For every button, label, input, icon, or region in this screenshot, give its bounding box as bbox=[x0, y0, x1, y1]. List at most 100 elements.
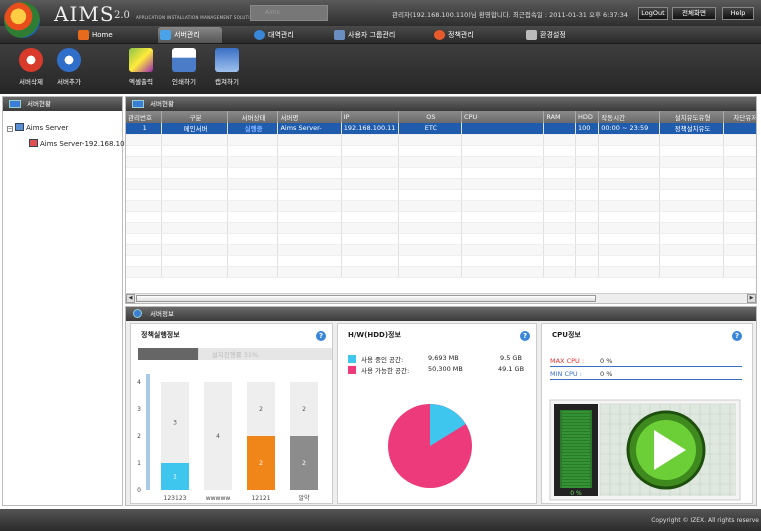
table-cell bbox=[659, 266, 724, 278]
policy-icon bbox=[434, 30, 445, 40]
table-row-empty[interactable] bbox=[126, 222, 756, 234]
scroll-left-icon[interactable]: ◀ bbox=[126, 294, 135, 303]
tab-settings[interactable]: 환경설정 bbox=[524, 27, 588, 43]
table-cell: 192.168.100.11 bbox=[341, 123, 399, 135]
bar-remaining-label: 2 bbox=[302, 406, 306, 413]
column-header[interactable]: 설치유도유형 bbox=[659, 111, 724, 123]
table-cell bbox=[461, 266, 545, 278]
collapse-icon[interactable]: − bbox=[7, 126, 13, 132]
column-header[interactable]: IP bbox=[341, 111, 399, 123]
table-cell bbox=[398, 167, 463, 179]
table-row-empty[interactable] bbox=[126, 167, 756, 179]
table-cell bbox=[575, 200, 600, 212]
table-row[interactable]: 1 메인서버 실행중 Aims Server- 192.168.100.11 E… bbox=[126, 123, 756, 135]
print-label: 인쇄하기 bbox=[172, 78, 196, 86]
table-cell bbox=[723, 244, 756, 256]
tab-home[interactable]: Home bbox=[76, 27, 136, 43]
table-row-empty[interactable] bbox=[126, 200, 756, 212]
cpu-meter: 0 % bbox=[549, 399, 741, 501]
table-cell bbox=[227, 167, 279, 179]
table-cell bbox=[598, 145, 661, 157]
server-node-icon bbox=[29, 139, 38, 147]
table-cell bbox=[341, 189, 399, 201]
x-axis-label: 12121 bbox=[251, 495, 270, 502]
scroll-right-icon[interactable]: ▶ bbox=[747, 294, 756, 303]
table-cell bbox=[126, 156, 163, 168]
table-row-empty[interactable] bbox=[126, 266, 756, 278]
table-row-empty[interactable] bbox=[126, 145, 756, 157]
table-cell bbox=[575, 145, 600, 157]
tab-user-group-management[interactable]: 사용자 그룹관리 bbox=[332, 27, 412, 43]
table-cell bbox=[277, 189, 342, 201]
tree-child-item[interactable]: Aims Server-192.168.100. bbox=[29, 139, 131, 148]
table-cell bbox=[461, 200, 545, 212]
capture-button[interactable]: 캡쳐하기 bbox=[210, 48, 244, 92]
tree-child-label: Aims Server-192.168.100. bbox=[40, 140, 132, 148]
table-cell: 1 bbox=[723, 123, 756, 135]
table-cell bbox=[598, 211, 661, 223]
copyright: Copyright © IZEX. All rights reserve bbox=[651, 517, 759, 524]
table-cell bbox=[398, 211, 463, 223]
column-header[interactable]: CPU bbox=[461, 111, 545, 123]
table-cell bbox=[659, 189, 724, 201]
table-row-empty[interactable] bbox=[126, 156, 756, 168]
tab-server-management[interactable]: 서버관리 bbox=[158, 27, 222, 43]
excel-export-button[interactable]: 엑셀출력 bbox=[124, 48, 158, 92]
table-row-empty[interactable] bbox=[126, 134, 756, 146]
table-cell bbox=[126, 145, 163, 157]
table-row-empty[interactable] bbox=[126, 244, 756, 256]
horizontal-scrollbar[interactable]: ◀ ▶ bbox=[126, 293, 756, 303]
table-cell bbox=[341, 211, 399, 223]
table-row-empty[interactable] bbox=[126, 189, 756, 201]
table-cell bbox=[277, 178, 342, 190]
table-cell bbox=[723, 255, 756, 267]
tab-band-management[interactable]: 대역관리 bbox=[252, 27, 312, 43]
column-header[interactable]: RAM bbox=[543, 111, 576, 123]
table-cell bbox=[659, 200, 724, 212]
column-header[interactable]: 작동시간 bbox=[598, 111, 661, 123]
table-cell bbox=[575, 178, 600, 190]
table-cell bbox=[723, 156, 756, 168]
delete-server-button[interactable]: 서버삭제 bbox=[14, 48, 48, 92]
tab-policy-management[interactable]: 정책관리 bbox=[432, 27, 492, 43]
cpu-meter-label: 0 % bbox=[570, 490, 582, 497]
fullscreen-button[interactable]: 전체화면 bbox=[672, 7, 716, 20]
table-row-empty[interactable] bbox=[126, 178, 756, 190]
column-header[interactable]: 차단유저 bbox=[723, 111, 756, 123]
column-header[interactable]: 관리번호 bbox=[126, 111, 163, 123]
table-cell bbox=[461, 134, 545, 146]
y-tick-label: 3 bbox=[137, 406, 141, 413]
program-title: Aims bbox=[250, 5, 328, 21]
table-cell bbox=[659, 145, 724, 157]
column-header[interactable]: 구분 bbox=[161, 111, 228, 123]
server-group-icon bbox=[15, 123, 24, 131]
table-cell bbox=[126, 244, 163, 256]
column-header[interactable]: 서버명 bbox=[277, 111, 342, 123]
column-header[interactable]: 서버상태 bbox=[227, 111, 279, 123]
tab-user-group-management-label: 사용자 그룹관리 bbox=[348, 31, 396, 39]
table-cell bbox=[575, 266, 600, 278]
table-cell bbox=[227, 178, 279, 190]
table-cell bbox=[227, 189, 279, 201]
column-header[interactable]: OS bbox=[398, 111, 463, 123]
help-button[interactable]: Help bbox=[722, 7, 754, 20]
column-header[interactable]: HDD bbox=[575, 111, 600, 123]
table-cell bbox=[227, 233, 279, 245]
footer: Copyright © IZEX. All rights reserve bbox=[0, 509, 761, 531]
delete-server-icon bbox=[19, 48, 43, 72]
scrollbar-thumb[interactable] bbox=[136, 295, 596, 302]
table-cell bbox=[227, 266, 279, 278]
table-row-empty[interactable] bbox=[126, 211, 756, 223]
table-cell bbox=[277, 200, 342, 212]
table-row-empty[interactable] bbox=[126, 255, 756, 267]
logout-button[interactable]: LogOut bbox=[638, 7, 668, 20]
y-tick-label: 2 bbox=[137, 433, 141, 440]
add-server-button[interactable]: 서버추가 bbox=[52, 48, 86, 92]
table-cell bbox=[126, 134, 163, 146]
table-cell bbox=[227, 156, 279, 168]
tree-root-item[interactable]: − Aims Server bbox=[7, 123, 68, 132]
table-row-empty[interactable] bbox=[126, 233, 756, 245]
table-cell bbox=[227, 145, 279, 157]
print-button[interactable]: 인쇄하기 bbox=[167, 48, 201, 92]
excel-icon bbox=[129, 48, 153, 72]
